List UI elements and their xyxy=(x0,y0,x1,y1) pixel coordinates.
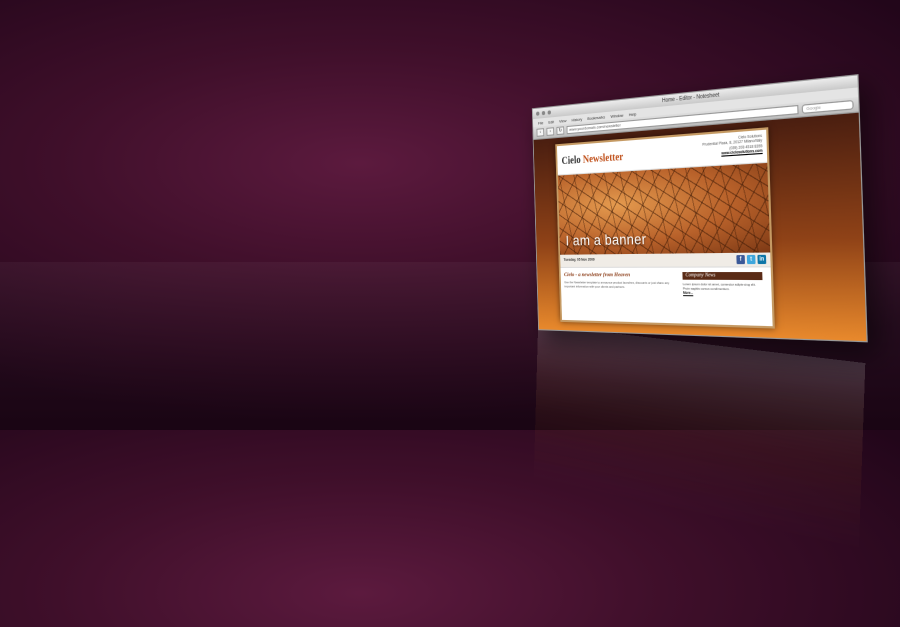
back-button[interactable]: ‹ xyxy=(536,128,545,137)
social-links: f t in xyxy=(736,254,767,265)
reload-button[interactable]: ↻ xyxy=(556,126,565,136)
facebook-icon[interactable]: f xyxy=(736,255,746,265)
browser-reflection xyxy=(531,324,866,627)
maximize-window-icon[interactable] xyxy=(547,110,552,115)
company-news-heading: Company News xyxy=(682,272,763,281)
browser-window: Home - Editor - Notesheet File Edit View… xyxy=(531,74,868,343)
banner-text: I am a banner xyxy=(565,230,647,249)
menu-item-file[interactable]: File xyxy=(538,120,543,126)
article-heading: Cielo - a newsletter from Heaven xyxy=(564,272,631,279)
forward-button[interactable]: › xyxy=(546,127,555,136)
search-input[interactable]: Google xyxy=(801,99,854,114)
more-link[interactable]: More... xyxy=(683,291,763,296)
twitter-icon[interactable]: t xyxy=(746,254,756,265)
newsletter-title-brand: Cielo xyxy=(561,154,581,168)
company-news-body: Lorem ipsum dolor sit amet, consectur ad… xyxy=(682,281,756,292)
linkedin-icon[interactable]: in xyxy=(757,254,767,265)
close-window-icon[interactable] xyxy=(536,111,540,116)
menu-item-bookmarks[interactable]: Bookmarks xyxy=(587,114,605,121)
issue-date: Tuesday, 05 Nov 2009 xyxy=(563,257,595,262)
menu-item-window[interactable]: Window xyxy=(610,112,623,118)
newsletter-title: Cielo Newsletter xyxy=(561,152,623,168)
article-body: Use the Newsletter template to announce … xyxy=(564,280,670,289)
menu-item-view[interactable]: View xyxy=(559,117,566,123)
browser-viewport: Cielo Newsletter Cielo Solutions Prudent… xyxy=(533,112,867,342)
article-column: Cielo - a newsletter from Heaven Use the… xyxy=(564,272,677,289)
showcase-scene: Home - Editor - Notesheet File Edit View… xyxy=(470,74,868,627)
menu-item-help[interactable]: Help xyxy=(629,111,637,117)
company-news-column: Company News Lorem ipsum dolor sit amet,… xyxy=(682,272,763,296)
date-social-bar: Tuesday, 05 Nov 2009 f t in xyxy=(560,252,771,268)
newsletter-content: Cielo - a newsletter from Heaven Use the… xyxy=(561,267,773,322)
menu-item-edit[interactable]: Edit xyxy=(548,119,554,125)
contact-block: Cielo Solutions Prudential Plaza, 8, 201… xyxy=(702,133,763,157)
menu-item-history[interactable]: History xyxy=(571,116,582,122)
newsletter-page: Cielo Newsletter Cielo Solutions Prudent… xyxy=(555,127,775,329)
banner-image: I am a banner xyxy=(557,162,771,255)
minimize-window-icon[interactable] xyxy=(541,110,546,116)
newsletter-title-word: Newsletter xyxy=(582,151,624,166)
